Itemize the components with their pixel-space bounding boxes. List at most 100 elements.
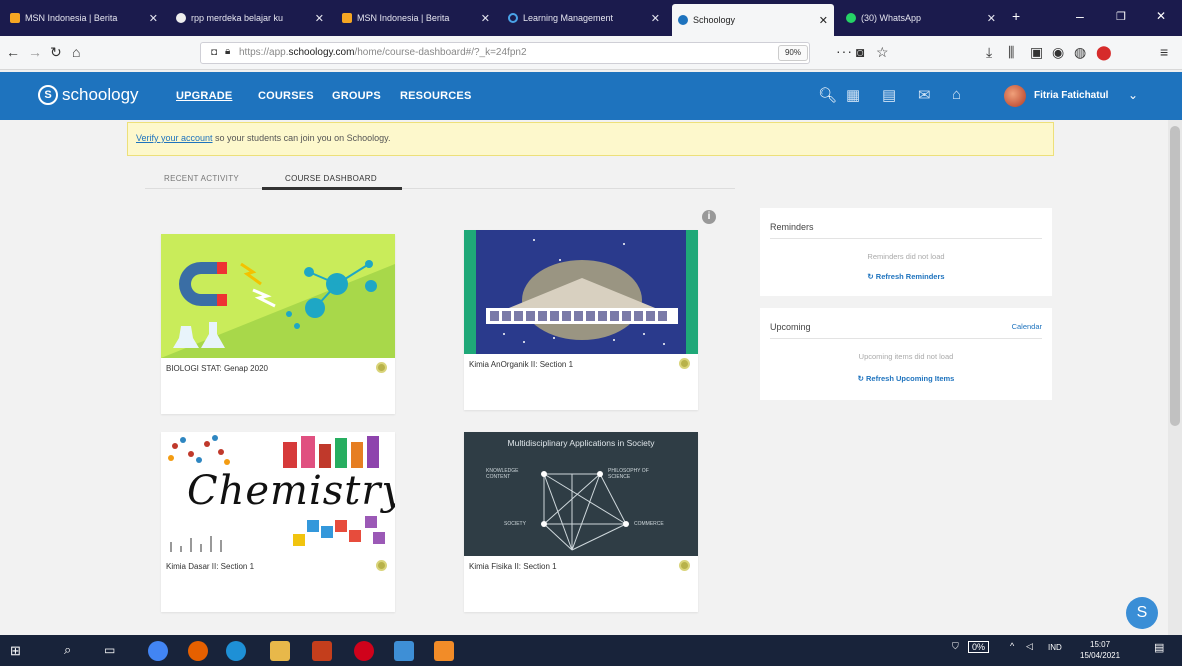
security-icon[interactable]: ⛉ xyxy=(952,641,959,652)
chevron-up-icon[interactable]: ^ xyxy=(1010,641,1014,651)
chrome-icon[interactable] xyxy=(148,641,168,661)
file-explorer-icon[interactable] xyxy=(270,641,290,661)
url-bar[interactable]: ◘ 🔒︎ https://app.schoology.com/home/cour… xyxy=(200,42,810,64)
notification-center-icon[interactable]: ▤ xyxy=(1154,641,1164,654)
course-image-chemistry[interactable]: Chemistry xyxy=(161,432,395,556)
tab-active-indicator xyxy=(262,187,402,190)
zoom-level[interactable]: 90% xyxy=(778,45,808,61)
nav-courses[interactable]: COURSES xyxy=(258,90,314,102)
close-icon[interactable]: ✕ xyxy=(149,12,158,25)
course-status-badge xyxy=(376,362,387,373)
course-card[interactable]: Chemistry Kimia Dasar II: Section 1 xyxy=(161,432,395,612)
new-tab-icon[interactable]: + xyxy=(1012,8,1020,24)
course-title[interactable]: Kimia Dasar II: Section 1 xyxy=(166,562,254,571)
course-title[interactable]: BIOLOGI STAT: Genap 2020 xyxy=(166,364,268,373)
battery-indicator[interactable]: 0% xyxy=(968,641,990,653)
course-title[interactable]: Kimia Fisika II: Section 1 xyxy=(469,562,557,571)
schoology-logo[interactable]: S schoology xyxy=(38,85,139,105)
course-card[interactable]: Multidisciplinary Applications in Societ… xyxy=(464,432,698,612)
language-indicator[interactable]: IND xyxy=(1048,643,1062,652)
nav-upgrade[interactable]: UPGRADE xyxy=(176,90,232,102)
close-icon[interactable]: ✕ xyxy=(987,12,996,25)
minimize-icon[interactable]: – xyxy=(1076,8,1084,24)
verify-account-link[interactable]: Verify your account xyxy=(136,133,213,143)
chevron-down-icon[interactable]: ⌄ xyxy=(1128,88,1138,102)
user-name[interactable]: Fitria Fatichatul xyxy=(1034,90,1108,101)
browser-tab[interactable]: MSN Indonesia | Berita ✕ xyxy=(4,5,164,31)
notifications-icon[interactable]: ⌂ xyxy=(952,86,961,103)
course-image-label: Chemistry xyxy=(187,468,395,514)
sidebar-icon[interactable]: ▣ xyxy=(1030,44,1043,61)
powerpoint-icon[interactable] xyxy=(312,641,332,661)
info-icon[interactable]: i xyxy=(702,210,716,224)
extension-icon[interactable]: ◍ xyxy=(1074,44,1086,61)
course-image-inorganic[interactable] xyxy=(464,230,698,354)
menu-icon[interactable]: ≡ xyxy=(1160,44,1168,60)
apps-grid-icon[interactable]: ▦ xyxy=(846,86,860,104)
close-icon[interactable]: ✕ xyxy=(481,12,490,25)
lock-icon[interactable]: 🔒︎ xyxy=(225,46,230,57)
tab-course-dashboard[interactable]: COURSE DASHBOARD xyxy=(285,174,377,183)
close-icon[interactable]: ✕ xyxy=(819,14,828,27)
search-icon[interactable]: 🔍︎ xyxy=(818,86,837,104)
shield-icon[interactable]: ◘ xyxy=(211,47,217,58)
course-card[interactable]: BIOLOGI STAT: Genap 2020 xyxy=(161,234,395,414)
tab-recent-activity[interactable]: RECENT ACTIVITY xyxy=(164,174,239,183)
task-view-icon[interactable]: ▭ xyxy=(104,643,115,657)
home-icon[interactable]: ⌂ xyxy=(72,44,80,60)
maximize-icon[interactable]: ❐ xyxy=(1116,10,1126,23)
calendar-link[interactable]: Calendar xyxy=(1012,322,1042,331)
tab-title: Schoology xyxy=(693,15,736,25)
taskbar-clock[interactable]: 15:07 15/04/2021 xyxy=(1080,639,1120,661)
calendar-icon[interactable]: ▤ xyxy=(882,86,896,104)
url-text[interactable]: https://app.schoology.com/home/course-da… xyxy=(239,47,527,58)
nav-resources[interactable]: RESOURCES xyxy=(400,90,471,102)
upcoming-title: Upcoming xyxy=(770,322,811,332)
schoology-icon xyxy=(678,15,688,25)
course-title[interactable]: Kimia AnOrganik II: Section 1 xyxy=(469,360,573,369)
course-status-badge xyxy=(376,560,387,571)
extension-icon[interactable]: ◉ xyxy=(1052,44,1064,61)
nav-groups[interactable]: GROUPS xyxy=(332,90,381,102)
course-card[interactable]: Kimia AnOrganik II: Section 1 xyxy=(464,230,698,410)
edge-icon[interactable] xyxy=(226,641,246,661)
browser-tab[interactable]: Learning Management ✕ xyxy=(502,5,666,31)
opera-icon[interactable] xyxy=(354,641,374,661)
course-image-biology[interactable] xyxy=(161,234,395,358)
refresh-reminders-link[interactable]: ↻ Refresh Reminders xyxy=(760,272,1052,281)
firefox-icon[interactable] xyxy=(188,641,208,661)
app-icon[interactable] xyxy=(434,641,454,661)
browser-tab[interactable]: rpp merdeka belajar ku ✕ xyxy=(170,5,330,31)
course-image-physical[interactable]: Multidisciplinary Applications in Societ… xyxy=(464,432,698,556)
browser-tab-active[interactable]: Schoology ✕ xyxy=(672,4,834,36)
messages-icon[interactable]: ✉ xyxy=(918,86,931,104)
browser-tab[interactable]: (30) WhatsApp ✕ xyxy=(840,5,1002,31)
adblock-icon[interactable]: ⬤ xyxy=(1096,44,1112,61)
node-label: SOCIETY xyxy=(504,521,526,527)
refresh-upcoming-link[interactable]: ↻ Refresh Upcoming Items xyxy=(760,374,1052,383)
clock-date: 15/04/2021 xyxy=(1080,651,1121,660)
browser-tab[interactable]: MSN Indonesia | Berita ✕ xyxy=(336,5,496,31)
download-icon[interactable]: ⤓ xyxy=(986,44,992,61)
close-icon[interactable]: ✕ xyxy=(651,12,660,25)
browser-tab-strip: MSN Indonesia | Berita ✕ rpp merdeka bel… xyxy=(0,0,1182,36)
more-icon[interactable]: ··· xyxy=(836,43,853,59)
library-icon[interactable]: ⫼ xyxy=(1008,44,1014,61)
bookmark-star-icon[interactable]: ☆ xyxy=(876,44,889,61)
close-icon[interactable]: ✕ xyxy=(315,12,324,25)
reload-icon[interactable]: ↻ xyxy=(50,44,62,61)
scrollbar-thumb[interactable] xyxy=(1170,126,1180,426)
window-close-icon[interactable]: ✕ xyxy=(1156,9,1166,23)
pocket-icon[interactable]: ◙ xyxy=(856,44,864,60)
tab-title: MSN Indonesia | Berita xyxy=(25,13,118,23)
whatsapp-icon xyxy=(846,13,856,23)
windows-start-icon[interactable]: ⊞ xyxy=(10,643,21,659)
search-icon[interactable]: ⌕ xyxy=(64,642,71,658)
photos-icon[interactable] xyxy=(394,641,414,661)
forward-icon[interactable]: → xyxy=(28,44,42,60)
volume-icon[interactable]: ◁ xyxy=(1026,641,1033,652)
chat-bubble-button[interactable]: S xyxy=(1126,597,1158,629)
avatar[interactable] xyxy=(1004,85,1026,107)
course-status-badge xyxy=(679,560,690,571)
back-icon[interactable]: ← xyxy=(6,44,20,60)
